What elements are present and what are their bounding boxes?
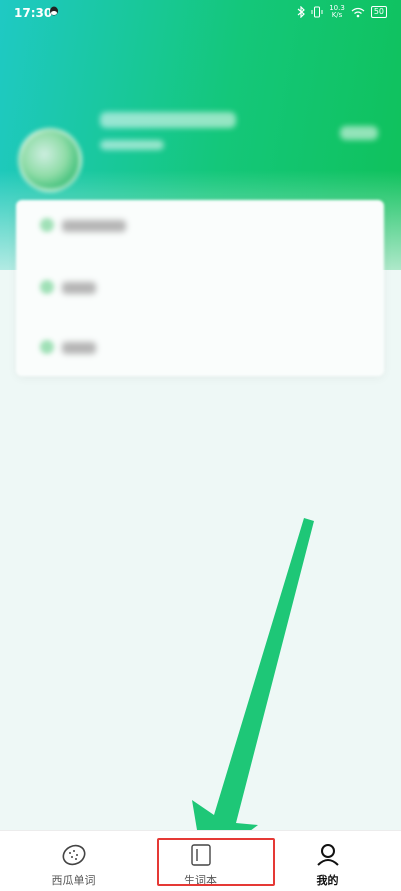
menu-row-3-icon bbox=[40, 340, 54, 354]
menu-row-2[interactable] bbox=[34, 278, 354, 298]
vibrate-icon bbox=[311, 6, 323, 18]
menu-row-1[interactable] bbox=[34, 216, 354, 236]
tab-xigua-words[interactable]: 西瓜单词 bbox=[7, 831, 140, 891]
user-subtitle-blurred bbox=[100, 140, 164, 150]
status-icons: 10.3 K/s 50 bbox=[297, 5, 387, 19]
status-bar: 17:30 10.3 K/s 50 bbox=[0, 0, 401, 26]
tab-mine[interactable]: 我的 bbox=[261, 831, 394, 891]
network-speed-unit: K/s bbox=[331, 11, 343, 19]
menu-row-3[interactable] bbox=[34, 338, 354, 358]
battery-indicator: 50 bbox=[370, 6, 387, 18]
menu-row-1-label-blurred bbox=[62, 220, 126, 232]
menu-row-3-label-blurred bbox=[62, 342, 96, 354]
profile-edit-blurred[interactable] bbox=[340, 126, 378, 140]
network-speed: 10.3 K/s bbox=[329, 5, 345, 19]
bluetooth-icon bbox=[297, 6, 306, 18]
highlight-box bbox=[157, 838, 275, 886]
tab-mine-label: 我的 bbox=[316, 874, 339, 887]
menu-row-2-label-blurred bbox=[62, 282, 96, 294]
watermelon-icon bbox=[62, 844, 85, 866]
menu-row-1-icon bbox=[40, 218, 54, 232]
person-icon bbox=[316, 844, 339, 866]
status-time: 17:30 bbox=[14, 6, 53, 20]
wifi-icon bbox=[351, 7, 365, 17]
menu-row-2-icon bbox=[40, 280, 54, 294]
menu-card bbox=[16, 200, 384, 376]
username-blurred bbox=[100, 112, 236, 128]
user-avatar[interactable] bbox=[18, 128, 82, 192]
qq-icon bbox=[50, 6, 58, 16]
tab-xigua-words-label: 西瓜单词 bbox=[51, 874, 96, 887]
